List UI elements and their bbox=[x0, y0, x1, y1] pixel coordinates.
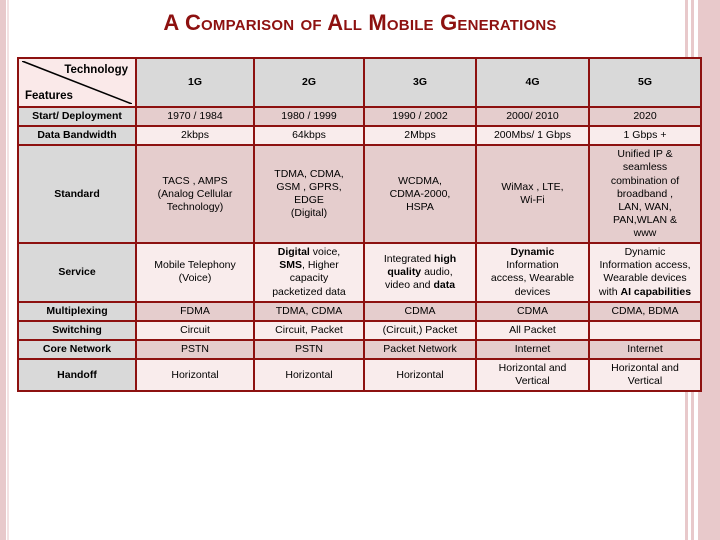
data-cell: TACS , AMPS (Analog Cellular Technology) bbox=[135, 144, 255, 245]
data-cell: 2Mbps bbox=[363, 125, 477, 147]
column-header-4g: 4G bbox=[475, 57, 590, 108]
feature-label-cell: Multiplexing bbox=[17, 300, 137, 322]
slide-frame-stripe-left-outer bbox=[0, 0, 6, 540]
table-corner-diagonal-cell: Technology Features bbox=[17, 57, 137, 108]
data-cell: Dynamic Information access, Wearable device… bbox=[475, 242, 590, 303]
data-cell: WCDMA, CDMA-2000, HSPA bbox=[363, 144, 477, 245]
column-header-5g: 5G bbox=[588, 57, 702, 108]
corner-bottom-label: Features bbox=[25, 89, 73, 102]
table-row: Handoff Horizontal Horizontal Horizontal Hor… bbox=[17, 357, 702, 393]
data-cell: Circuit bbox=[135, 319, 255, 341]
data-cell: Horizontal bbox=[135, 357, 255, 393]
table-header-row: Technology Features 1G 2G 3G 4G 5G bbox=[17, 57, 702, 108]
data-cell: Packet Network bbox=[363, 338, 477, 361]
data-cell: 2020 bbox=[588, 105, 702, 128]
data-cell: Horizontal and Vertical bbox=[588, 357, 702, 393]
data-cell: PSTN bbox=[135, 338, 255, 361]
column-header-3g: 3G bbox=[363, 57, 477, 108]
data-cell bbox=[588, 319, 702, 341]
data-cell: 2000/ 2010 bbox=[475, 105, 590, 128]
data-cell: CDMA bbox=[475, 300, 590, 322]
data-cell: TDMA, CDMA, GSM , GPRS, EDGE (Digital) bbox=[253, 144, 365, 245]
column-header-1g: 1G bbox=[135, 57, 255, 108]
mobile-generations-comparison-table: Technology Features 1G 2G 3G 4G 5G Start/ Deplo… bbox=[17, 57, 702, 393]
table-row: Switching Circuit Circuit, Packet (Circuit,… bbox=[17, 319, 702, 341]
corner-top-label: Technology bbox=[64, 64, 128, 76]
data-cell: FDMA bbox=[135, 300, 255, 322]
data-cell: (Circuit,) Packet bbox=[363, 319, 477, 341]
data-cell: Unified IP & seamless combination of broadb… bbox=[588, 144, 702, 245]
feature-label-cell: Handoff bbox=[17, 357, 137, 393]
data-cell: 2kbps bbox=[135, 125, 255, 147]
table-row: Start/ Deployment 1970 / 1984 1980 / 1999 1… bbox=[17, 105, 702, 128]
feature-label-cell: Standard bbox=[17, 144, 137, 245]
table-row: Data Bandwidth 2kbps 64kbps 2Mbps 200Mbs/ 1 … bbox=[17, 125, 702, 147]
data-cell: Integrated high quality audio, video and d… bbox=[363, 242, 477, 303]
data-cell: Dynamic Information access, Wearable devic… bbox=[588, 242, 702, 303]
data-cell: Mobile Telephony (Voice) bbox=[135, 242, 255, 303]
data-cell: PSTN bbox=[253, 338, 365, 361]
data-cell: Horizontal bbox=[253, 357, 365, 393]
data-cell: 1 Gbps + bbox=[588, 125, 702, 147]
data-cell: Internet bbox=[588, 338, 702, 361]
data-cell: WiMax , LTE, Wi-Fi bbox=[475, 144, 590, 245]
data-cell: All Packet bbox=[475, 319, 590, 341]
data-cell: CDMA bbox=[363, 300, 477, 322]
data-cell: Horizontal bbox=[363, 357, 477, 393]
data-cell: 64kbps bbox=[253, 125, 365, 147]
data-cell: Horizontal and Vertical bbox=[475, 357, 590, 393]
slide-frame-stripe-left-inner bbox=[7, 0, 9, 540]
data-cell: Internet bbox=[475, 338, 590, 361]
table-row: Service Mobile Telephony (Voice) Digital vo… bbox=[17, 242, 702, 303]
page-title: A Comparison of All Mobile Generations bbox=[163, 10, 557, 35]
column-header-2g: 2G bbox=[253, 57, 365, 108]
data-cell: Circuit, Packet bbox=[253, 319, 365, 341]
feature-label-cell: Service bbox=[17, 242, 137, 303]
feature-label-cell: Start/ Deployment bbox=[17, 105, 137, 128]
data-cell: CDMA, BDMA bbox=[588, 300, 702, 322]
feature-label-cell: Core Network bbox=[17, 338, 137, 361]
table-row: Core Network PSTN PSTN Packet Network Intern… bbox=[17, 338, 702, 361]
data-cell: TDMA, CDMA bbox=[253, 300, 365, 322]
data-cell: Digital voice, SMS, Higher capacity packeti… bbox=[253, 242, 365, 303]
data-cell: 1970 / 1984 bbox=[135, 105, 255, 128]
feature-label-cell: Switching bbox=[17, 319, 137, 341]
table-row: Multiplexing FDMA TDMA, CDMA CDMA CDMA CDMA, … bbox=[17, 300, 702, 322]
table-row: Standard TACS , AMPS (Analog Cellular Techn… bbox=[17, 144, 702, 245]
feature-label-cell: Data Bandwidth bbox=[17, 125, 137, 147]
table-body: Technology Features 1G 2G 3G 4G 5G Start/ Deplo… bbox=[17, 57, 702, 393]
data-cell: 200Mbs/ 1 Gbps bbox=[475, 125, 590, 147]
data-cell: 1980 / 1999 bbox=[253, 105, 365, 128]
data-cell: 1990 / 2002 bbox=[363, 105, 477, 128]
